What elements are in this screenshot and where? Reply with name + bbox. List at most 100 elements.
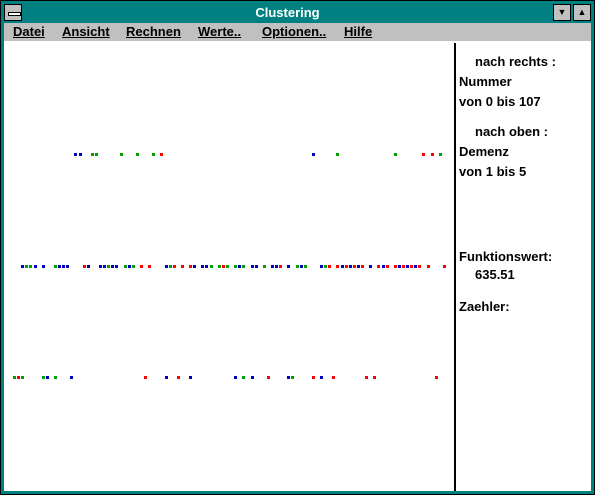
menu-rechnen[interactable]: Rechnen: [126, 24, 181, 40]
data-point-green: [95, 153, 98, 156]
title-bar[interactable]: Clustering ▼ ▲: [1, 1, 594, 23]
data-point-green: [42, 376, 45, 379]
data-point-green: [124, 265, 127, 268]
data-point-green: [13, 376, 16, 379]
data-point-red: [140, 265, 143, 268]
data-point-blue: [193, 265, 196, 268]
data-point-green: [296, 265, 299, 268]
scatter-plot: [4, 41, 454, 491]
data-point-green: [54, 376, 57, 379]
data-point-blue: [201, 265, 204, 268]
data-point-blue: [271, 265, 274, 268]
data-point-blue: [238, 265, 241, 268]
menu-hilfe[interactable]: Hilfe: [344, 24, 372, 40]
data-point-red: [160, 153, 163, 156]
data-point-green: [152, 153, 155, 156]
y-axis-heading: nach oben :: [475, 124, 548, 139]
data-point-blue: [406, 265, 409, 268]
data-point-red: [181, 265, 184, 268]
data-point-green: [263, 265, 266, 268]
menu-bar: Datei Ansicht Rechnen Werte.. Optionen..…: [4, 23, 591, 41]
data-point-green: [107, 265, 110, 268]
function-value: 635.51: [475, 267, 515, 282]
data-point-green: [394, 153, 397, 156]
data-point-blue: [300, 265, 303, 268]
counter-label: Zaehler:: [459, 299, 510, 314]
data-point-blue: [369, 265, 372, 268]
data-point-blue: [251, 265, 254, 268]
data-point-blue: [87, 265, 90, 268]
data-point-blue: [128, 265, 131, 268]
data-point-blue: [165, 265, 168, 268]
window-title: Clustering: [255, 5, 320, 20]
data-point-green: [439, 153, 442, 156]
data-point-blue: [21, 265, 24, 268]
data-point-red: [173, 265, 176, 268]
data-point-blue: [205, 265, 208, 268]
data-point-blue: [46, 376, 49, 379]
data-point-red: [443, 265, 446, 268]
data-point-green: [210, 265, 213, 268]
data-point-red: [312, 376, 315, 379]
minimize-icon[interactable]: ▼: [553, 4, 571, 21]
main-window: Clustering ▼ ▲ Datei Ansicht Rechnen Wer…: [0, 0, 595, 495]
data-point-blue: [42, 265, 45, 268]
x-axis-heading: nach rechts :: [475, 54, 556, 69]
data-point-green: [336, 153, 339, 156]
function-value-label: Funktionswert:: [459, 249, 553, 264]
data-point-blue: [251, 376, 254, 379]
data-point-red: [365, 376, 368, 379]
data-point-blue: [103, 265, 106, 268]
data-point-red: [386, 265, 389, 268]
data-point-blue: [62, 265, 65, 268]
menu-datei[interactable]: Datei: [13, 24, 45, 40]
data-point-red: [332, 376, 335, 379]
data-point-red: [177, 376, 180, 379]
data-point-red: [328, 265, 331, 268]
data-point-green: [218, 265, 221, 268]
menu-ansicht[interactable]: Ansicht: [62, 24, 110, 40]
data-point-blue: [414, 265, 417, 268]
data-point-red: [418, 265, 421, 268]
data-point-red: [373, 376, 376, 379]
data-point-blue: [287, 265, 290, 268]
data-point-red: [345, 265, 348, 268]
data-point-green: [136, 153, 139, 156]
data-point-blue: [320, 376, 323, 379]
data-point-blue: [255, 265, 258, 268]
data-point-blue: [320, 265, 323, 268]
menu-werte[interactable]: Werte..: [198, 24, 241, 40]
data-point-green: [169, 265, 172, 268]
data-point-red: [431, 153, 434, 156]
data-point-red: [427, 265, 430, 268]
data-point-red: [336, 265, 339, 268]
data-point-red: [410, 265, 413, 268]
data-point-red: [279, 265, 282, 268]
menu-optionen[interactable]: Optionen..: [262, 24, 326, 40]
data-point-blue: [382, 265, 385, 268]
data-point-blue: [341, 265, 344, 268]
y-axis-range: von 1 bis 5: [459, 164, 527, 179]
maximize-icon[interactable]: ▲: [573, 4, 591, 21]
data-point-blue: [349, 265, 352, 268]
data-point-red: [148, 265, 151, 268]
data-point-green: [54, 265, 57, 268]
data-point-red: [189, 265, 192, 268]
data-point-green: [242, 265, 245, 268]
data-point-red: [144, 376, 147, 379]
data-point-green: [291, 376, 294, 379]
data-point-blue: [287, 376, 290, 379]
data-point-green: [120, 153, 123, 156]
data-point-blue: [66, 265, 69, 268]
data-point-green: [29, 265, 32, 268]
data-point-green: [242, 376, 245, 379]
system-menu-icon[interactable]: [4, 4, 22, 21]
data-point-red: [377, 265, 380, 268]
data-point-blue: [99, 265, 102, 268]
data-point-red: [435, 376, 438, 379]
data-point-red: [422, 153, 425, 156]
data-point-blue: [74, 153, 77, 156]
data-point-red: [17, 376, 20, 379]
client-area: nach rechts : Nummer von 0 bis 107 nach …: [4, 41, 591, 491]
data-point-red: [267, 376, 270, 379]
